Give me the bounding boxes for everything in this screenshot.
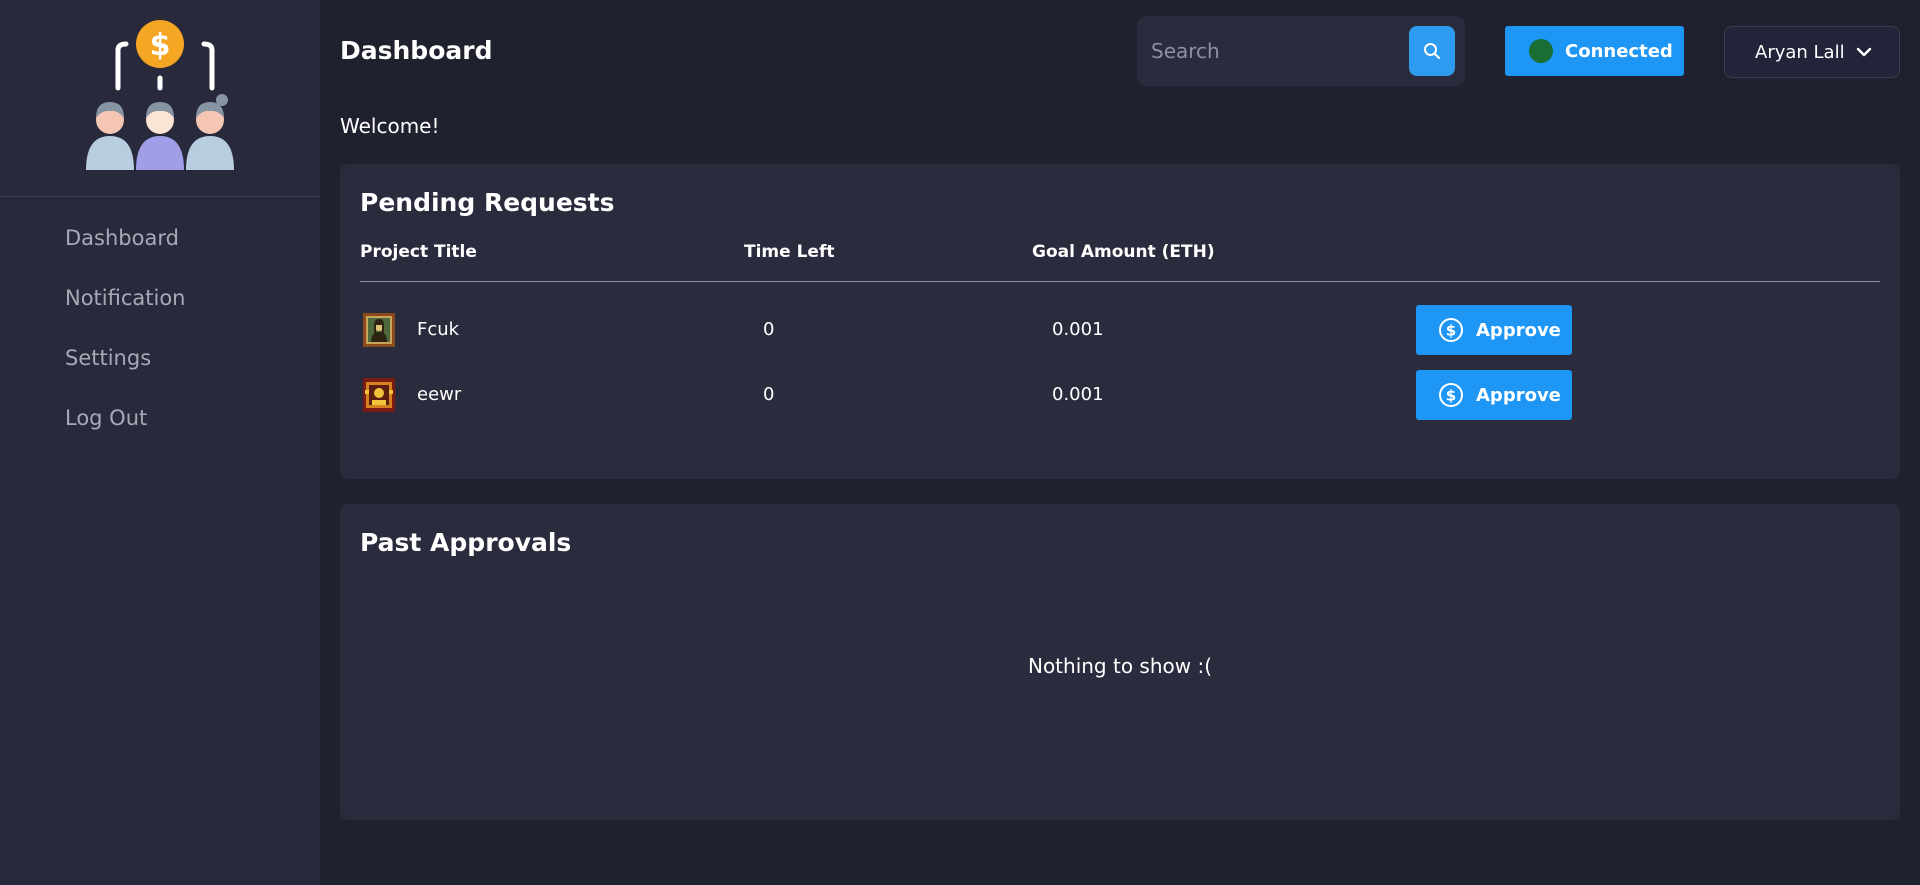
welcome-text: Welcome! bbox=[340, 114, 440, 138]
connected-label: Connected bbox=[1565, 40, 1673, 62]
search-box bbox=[1137, 16, 1465, 86]
project-thumbnail bbox=[363, 313, 395, 347]
sidebar-item-settings[interactable]: Settings bbox=[65, 346, 151, 370]
table-row: Fcuk 0 0.001 $ Approve bbox=[340, 305, 1900, 355]
approve-label: Approve bbox=[1476, 319, 1561, 341]
empty-state-message: Nothing to show :( bbox=[1027, 654, 1213, 678]
svg-text:$: $ bbox=[1446, 387, 1456, 405]
project-title: eewr bbox=[417, 384, 462, 405]
past-approvals-card: Past Approvals Nothing to show :( bbox=[340, 504, 1900, 820]
past-approvals-title: Past Approvals bbox=[360, 528, 572, 557]
sidebar-item-notification[interactable]: Notification bbox=[65, 286, 186, 310]
user-name: Aryan Lall bbox=[1755, 41, 1845, 63]
goal-amount: 0.001 bbox=[1052, 384, 1104, 405]
goal-amount: 0.001 bbox=[1052, 319, 1104, 340]
search-button[interactable] bbox=[1409, 26, 1455, 76]
search-input[interactable] bbox=[1151, 35, 1391, 67]
approve-label: Approve bbox=[1476, 384, 1561, 406]
page-title: Dashboard bbox=[340, 36, 493, 65]
approve-button[interactable]: $ Approve bbox=[1416, 305, 1572, 355]
connection-status-dot bbox=[1529, 39, 1553, 63]
sidebar-item-dashboard[interactable]: Dashboard bbox=[65, 226, 179, 250]
svg-text:$: $ bbox=[1446, 322, 1456, 340]
time-left: 0 bbox=[763, 319, 775, 340]
wallet-connected-button[interactable]: Connected bbox=[1505, 26, 1684, 76]
column-header-time-left: Time Left bbox=[744, 242, 835, 262]
column-header-goal-amount: Goal Amount (ETH) bbox=[1032, 242, 1215, 262]
pending-requests-card: Pending Requests Project Title Time Left… bbox=[340, 164, 1900, 479]
approve-button[interactable]: $ Approve bbox=[1416, 370, 1572, 420]
chevron-down-icon bbox=[1856, 47, 1872, 57]
pending-requests-title: Pending Requests bbox=[360, 188, 615, 217]
project-title: Fcuk bbox=[417, 319, 460, 340]
sidebar-item-log-out[interactable]: Log Out bbox=[65, 406, 147, 430]
svg-text:$: $ bbox=[150, 28, 171, 63]
app-root: $ Dashboard Notification Settings Log Ou… bbox=[0, 0, 1920, 885]
dollar-circle-icon: $ bbox=[1439, 318, 1463, 342]
header-divider bbox=[360, 281, 1880, 282]
dollar-circle-icon: $ bbox=[1439, 383, 1463, 407]
search-icon bbox=[1424, 43, 1440, 59]
time-left: 0 bbox=[763, 384, 775, 405]
logo-area: $ bbox=[0, 0, 320, 197]
sidebar: $ Dashboard Notification Settings Log Ou… bbox=[0, 0, 320, 885]
column-header-project-title: Project Title bbox=[360, 242, 477, 262]
user-menu-button[interactable]: Aryan Lall bbox=[1724, 26, 1900, 78]
project-thumbnail bbox=[363, 378, 395, 412]
table-row: eewr 0 0.001 $ Approve bbox=[340, 370, 1900, 420]
crowdfunding-logo-icon: $ bbox=[86, 20, 234, 170]
